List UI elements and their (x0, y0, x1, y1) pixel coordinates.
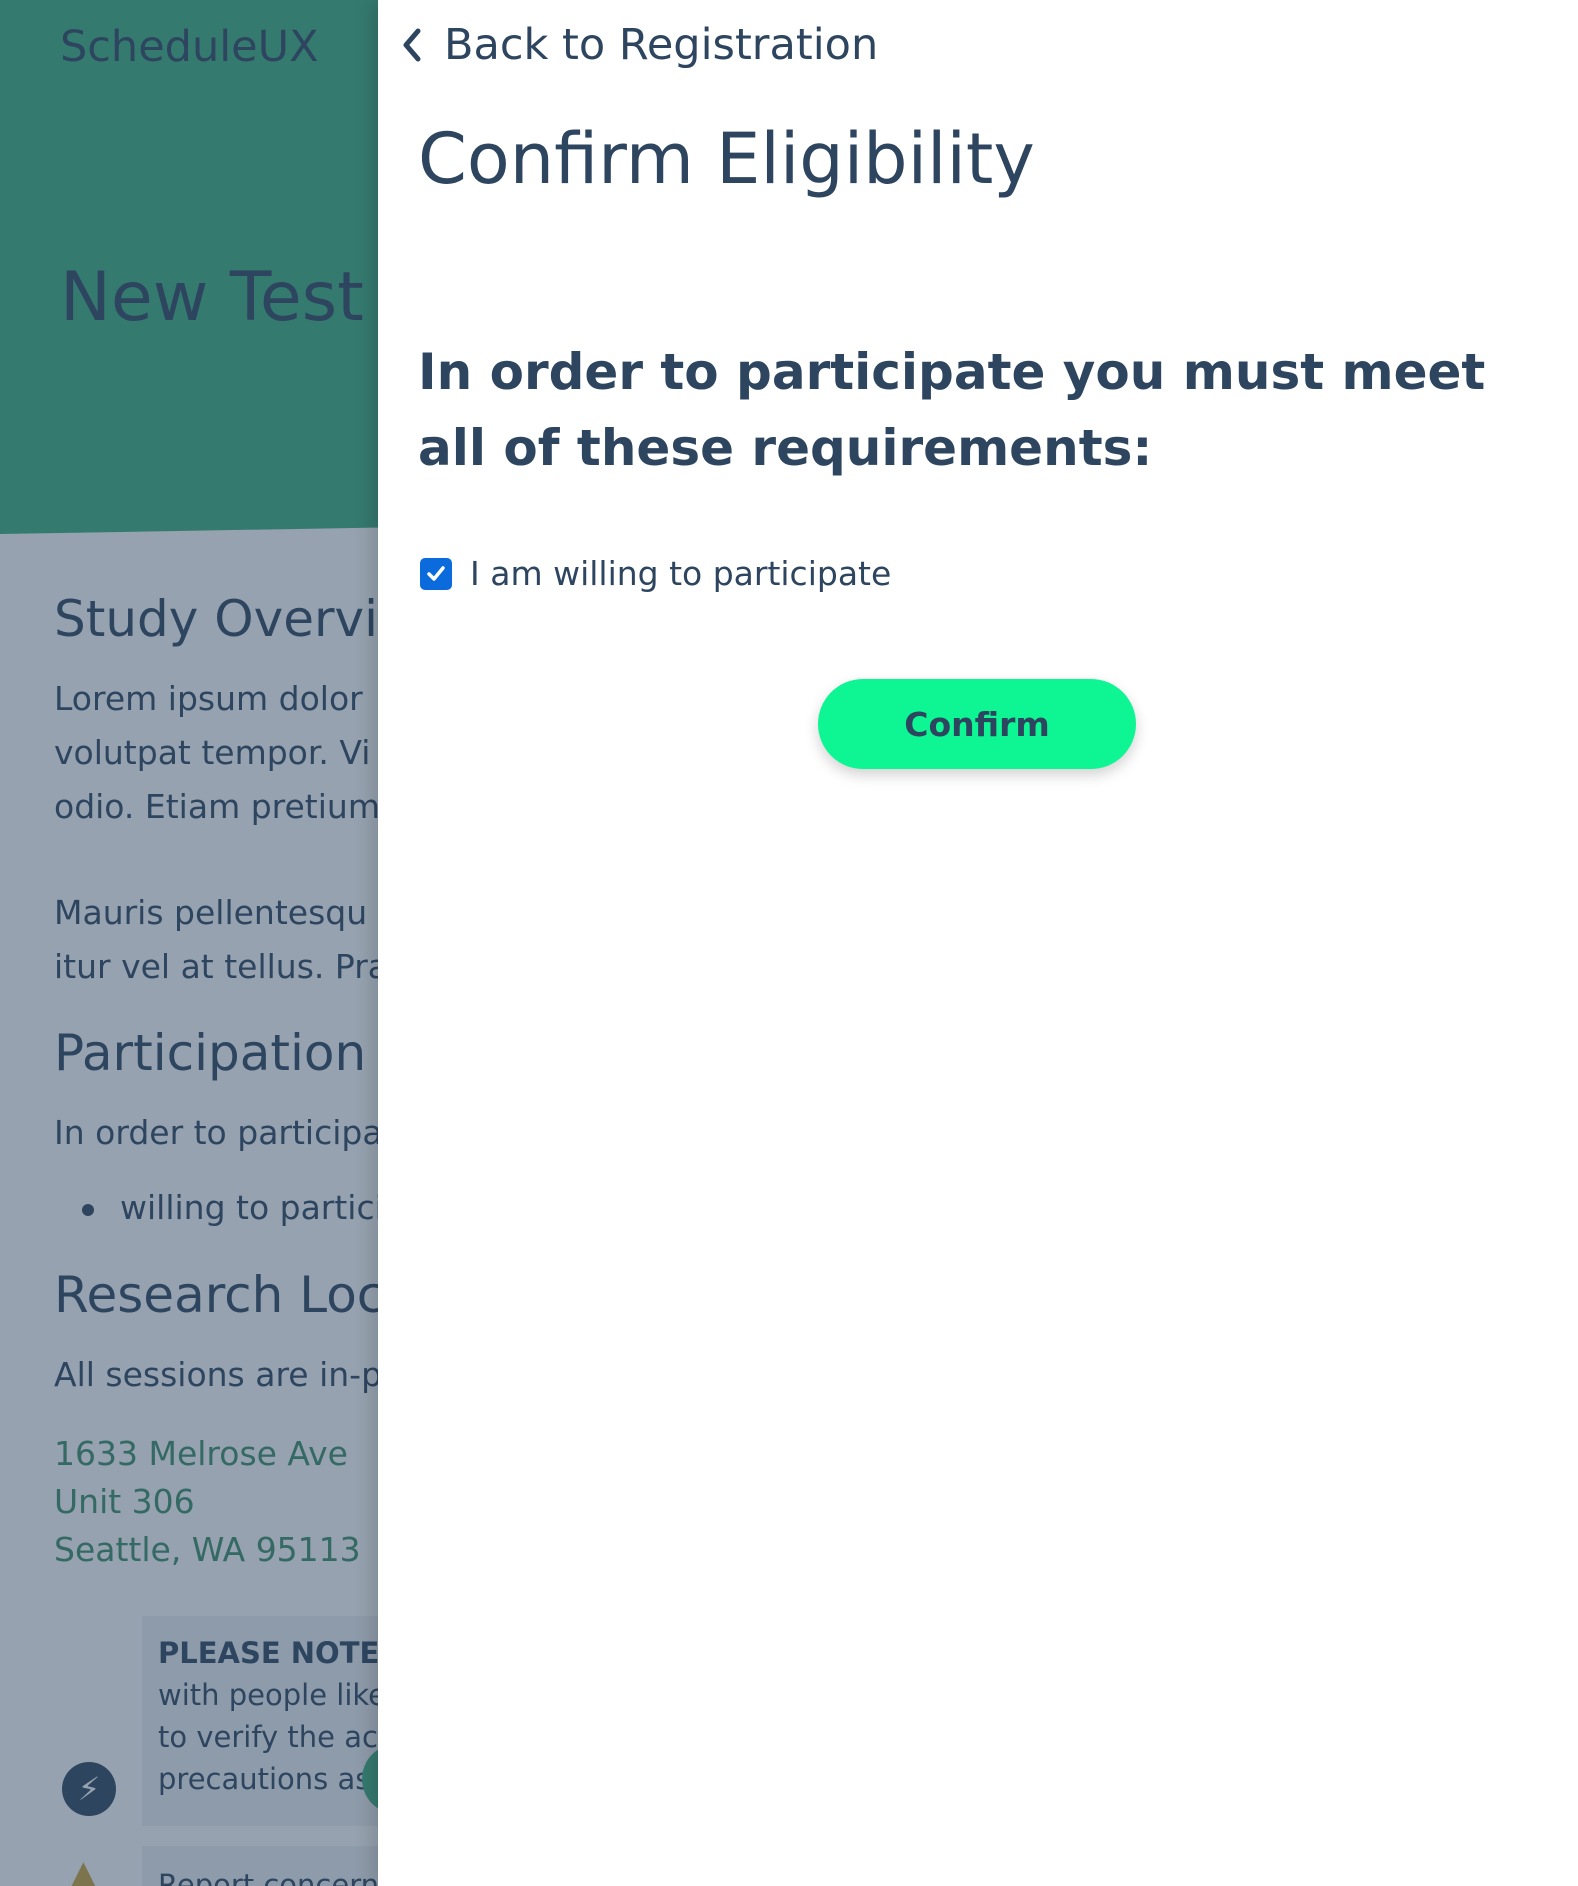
requirement-label: I am willing to participate (470, 554, 892, 593)
confirm-button[interactable]: Confirm (818, 679, 1136, 769)
requirement-checkbox[interactable] (420, 557, 452, 590)
chevron-left-icon (403, 28, 421, 62)
checkmark-icon (427, 565, 445, 581)
back-link-label: Back to Registration (444, 20, 879, 70)
drawer-title: Confirm Eligibility (418, 118, 1035, 200)
back-to-registration-link[interactable]: Back to Registration (398, 20, 878, 70)
eligibility-drawer: Back to Registration Confirm Eligibility… (378, 0, 1578, 1886)
requirements-heading: In order to participate you must meet al… (418, 343, 1486, 477)
requirement-checkbox-row[interactable]: I am willing to participate (420, 554, 891, 593)
page: ScheduleUX New Test S Study Overvie Lore… (0, 0, 1578, 1886)
